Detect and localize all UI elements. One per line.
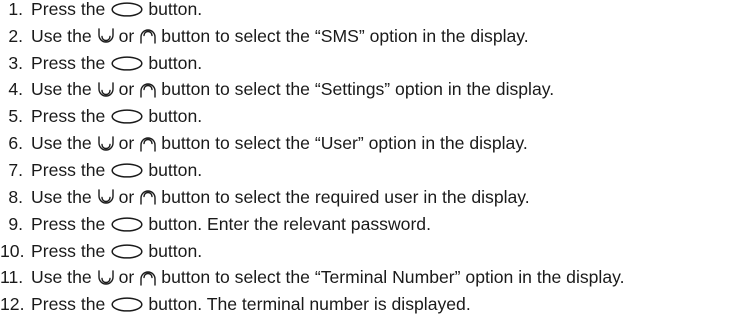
step-item: 1. Press the button. bbox=[0, 0, 753, 23]
step-text: Use the or button to select the “Terminal … bbox=[31, 267, 625, 288]
step-number: 3. bbox=[8, 52, 23, 73]
step-number: 8. bbox=[8, 186, 23, 207]
step-text-segment: button to select the “User” option in th… bbox=[161, 133, 528, 154]
step-number: 2. bbox=[8, 25, 23, 46]
step-number: 1. bbox=[8, 0, 23, 19]
step-text: Press the button. The terminal number is … bbox=[31, 294, 471, 315]
up-button-icon bbox=[139, 135, 157, 153]
step-text-segment: or bbox=[118, 267, 135, 288]
oval-button-icon bbox=[111, 243, 143, 259]
oval-button-icon bbox=[111, 163, 143, 178]
step-text-segment: Use the bbox=[31, 267, 92, 288]
step-item: 11. Use the or button to select the “Termin… bbox=[0, 264, 753, 291]
step-text-segment: button. bbox=[148, 159, 203, 180]
step-number: 12. bbox=[0, 294, 25, 315]
step-text-segment: Press the bbox=[31, 0, 106, 19]
step-text-segment: Press the bbox=[31, 240, 106, 261]
step-item: 3. Press the button. bbox=[0, 50, 753, 77]
step-text-segment: button. bbox=[148, 52, 203, 73]
step-item: 8. Use the or button to select the required… bbox=[0, 184, 753, 211]
step-text: Press the button. bbox=[31, 160, 202, 181]
step-text-segment: button to select the “SMS” option in the… bbox=[161, 25, 529, 46]
step-number: 11. bbox=[0, 267, 24, 288]
step-text: Press the button. Enter the relevant pass… bbox=[31, 214, 431, 235]
step-item: 10. Press the button. bbox=[0, 238, 753, 265]
down-button-icon bbox=[97, 81, 115, 99]
step-text: Press the button. bbox=[31, 241, 202, 262]
step-text-segment: button. bbox=[148, 0, 203, 19]
step-text-segment: button. The terminal number is displayed… bbox=[148, 294, 471, 315]
down-button-icon bbox=[97, 135, 115, 153]
step-text-segment: Use the bbox=[31, 133, 92, 154]
step-text-segment: Use the bbox=[31, 25, 92, 46]
step-text-segment: button to select the “Settings” option i… bbox=[161, 79, 555, 100]
step-text: Press the button. bbox=[31, 0, 202, 20]
step-item: 7. Press the button. bbox=[0, 157, 753, 184]
step-text-segment: button. Enter the relevant password. bbox=[148, 213, 431, 234]
step-text-segment: Press the bbox=[31, 213, 106, 234]
step-text-segment: button to select the “Terminal Number” o… bbox=[161, 267, 625, 288]
step-text-segment: or bbox=[118, 79, 135, 100]
step-number: 5. bbox=[8, 106, 23, 127]
step-number: 7. bbox=[8, 159, 23, 180]
step-text: Press the button. bbox=[31, 106, 202, 127]
step-text-segment: button. bbox=[148, 106, 203, 127]
oval-button-icon bbox=[111, 297, 143, 312]
up-button-icon bbox=[139, 269, 157, 287]
step-text-segment: Press the bbox=[31, 159, 106, 180]
step-number: 6. bbox=[8, 133, 23, 154]
step-text: Use the or button to select the required u… bbox=[31, 187, 530, 208]
step-text-segment: button. bbox=[148, 240, 203, 261]
step-item: 4. Use the or button to select the “Setting… bbox=[0, 77, 753, 104]
up-button-icon bbox=[139, 27, 157, 45]
step-text: Use the or button to select the “SMS” opti… bbox=[31, 26, 529, 47]
down-button-icon bbox=[97, 27, 115, 45]
instruction-steps-list: 1. Press the button. 2. Use the or button to s… bbox=[0, 0, 753, 318]
oval-button-icon bbox=[111, 109, 143, 124]
step-text-segment: Press the bbox=[31, 52, 106, 73]
step-text: Use the or button to select the “User” opt… bbox=[31, 133, 528, 154]
up-button-icon bbox=[139, 81, 157, 99]
up-button-icon bbox=[139, 188, 157, 206]
step-item: 5. Press the button. bbox=[0, 103, 753, 130]
step-text-segment: or bbox=[118, 133, 135, 154]
step-item: 2. Use the or button to select the “SMS” op… bbox=[0, 23, 753, 50]
step-item: 9. Press the button. Enter the relevant pa… bbox=[0, 211, 753, 238]
oval-button-icon bbox=[111, 55, 143, 71]
step-text-segment: or bbox=[118, 25, 135, 46]
step-text-segment: Press the bbox=[31, 294, 106, 315]
oval-button-icon bbox=[111, 217, 143, 232]
step-number: 10. bbox=[0, 240, 25, 261]
step-item: 6. Use the or button to select the “User” o… bbox=[0, 130, 753, 157]
down-button-icon bbox=[97, 188, 115, 206]
step-text-segment: button to select the required user in th… bbox=[161, 186, 530, 207]
step-text: Use the or button to select the “Settings”… bbox=[31, 79, 554, 100]
step-text-segment: Use the bbox=[31, 79, 92, 100]
step-text-segment: or bbox=[118, 186, 135, 207]
step-item: 12. Press the button. The terminal number … bbox=[0, 291, 753, 318]
step-text-segment: Press the bbox=[31, 106, 106, 127]
step-text: Press the button. bbox=[31, 53, 202, 74]
oval-button-icon bbox=[111, 2, 143, 17]
step-number: 4. bbox=[8, 79, 23, 100]
down-button-icon bbox=[97, 269, 115, 287]
step-number: 9. bbox=[8, 213, 23, 234]
step-text-segment: Use the bbox=[31, 186, 92, 207]
